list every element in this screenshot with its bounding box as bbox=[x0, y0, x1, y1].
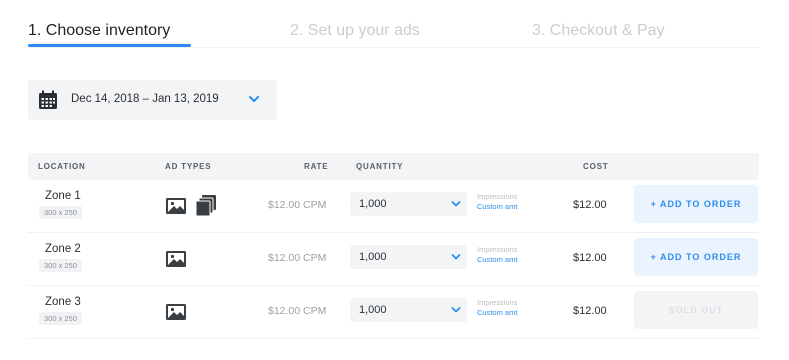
rate-value: $12.00 CPM bbox=[268, 252, 327, 264]
multi-image-ad-icon bbox=[195, 195, 216, 217]
date-range-value: Dec 14, 2018 – Jan 13, 2019 bbox=[71, 93, 219, 105]
sold-out-button: SOLD OUT bbox=[634, 291, 758, 329]
quantity-value: 1,000 bbox=[359, 304, 387, 316]
inventory-table-header: LOCATION AD TYPES RATE QUANTITY COST bbox=[28, 153, 759, 180]
zone-name: Zone 3 bbox=[45, 296, 81, 308]
zone-size-badge: 300 x 250 bbox=[39, 312, 82, 325]
quantity-select[interactable]: 1,000 bbox=[350, 298, 467, 322]
cost-value: $12.00 bbox=[573, 199, 607, 211]
chevron-down-icon bbox=[249, 96, 259, 102]
chevron-down-icon bbox=[451, 254, 461, 260]
image-ad-icon bbox=[166, 198, 186, 214]
quantity-value: 1,000 bbox=[359, 198, 387, 210]
impressions-label: Impressions bbox=[477, 245, 518, 254]
header-location: LOCATION bbox=[38, 162, 86, 171]
image-ad-icon bbox=[166, 304, 186, 320]
step-set-up-ads[interactable]: 2. Set up your ads bbox=[290, 22, 420, 40]
cost-value: $12.00 bbox=[573, 252, 607, 264]
active-step-indicator bbox=[28, 44, 191, 47]
rate-value: $12.00 CPM bbox=[268, 199, 327, 211]
zone-name: Zone 2 bbox=[45, 243, 81, 255]
table-row: Zone 1 300 x 250 $12.00 CPM 1,000 Impres… bbox=[28, 181, 759, 233]
table-row: Zone 3 300 x 250 $12.00 CPM 1,000 Impres… bbox=[28, 287, 759, 339]
custom-amount-link[interactable]: Custom amt bbox=[477, 308, 517, 317]
header-cost: COST bbox=[583, 162, 609, 171]
header-ad-types: AD TYPES bbox=[165, 162, 212, 171]
chevron-down-icon bbox=[451, 201, 461, 207]
header-quantity: QUANTITY bbox=[356, 162, 404, 171]
zone-size-badge: 300 x 250 bbox=[39, 206, 82, 219]
custom-amount-link[interactable]: Custom amt bbox=[477, 202, 517, 211]
zone-name: Zone 1 bbox=[45, 190, 81, 202]
impressions-label: Impressions bbox=[477, 192, 518, 201]
quantity-select[interactable]: 1,000 bbox=[350, 192, 467, 216]
rate-value: $12.00 CPM bbox=[268, 305, 327, 317]
cost-value: $12.00 bbox=[573, 305, 607, 317]
chevron-down-icon bbox=[451, 307, 461, 313]
add-to-order-button[interactable]: + ADD TO ORDER bbox=[634, 185, 758, 223]
quantity-select[interactable]: 1,000 bbox=[350, 245, 467, 269]
impressions-label: Impressions bbox=[477, 298, 518, 307]
header-rate: RATE bbox=[304, 162, 329, 171]
calendar-icon bbox=[39, 90, 57, 109]
step-choose-inventory[interactable]: 1. Choose inventory bbox=[28, 22, 170, 40]
date-range-picker[interactable]: Dec 14, 2018 – Jan 13, 2019 bbox=[28, 80, 277, 120]
table-row: Zone 2 300 x 250 $12.00 CPM 1,000 Impres… bbox=[28, 234, 759, 286]
add-to-order-button[interactable]: + ADD TO ORDER bbox=[634, 238, 758, 276]
zone-size-badge: 300 x 250 bbox=[39, 259, 82, 272]
quantity-value: 1,000 bbox=[359, 251, 387, 263]
custom-amount-link[interactable]: Custom amt bbox=[477, 255, 517, 264]
checkout-steps: 1. Choose inventory 2. Set up your ads 3… bbox=[28, 18, 758, 48]
image-ad-icon bbox=[166, 251, 186, 267]
step-checkout-pay[interactable]: 3. Checkout & Pay bbox=[532, 22, 665, 40]
